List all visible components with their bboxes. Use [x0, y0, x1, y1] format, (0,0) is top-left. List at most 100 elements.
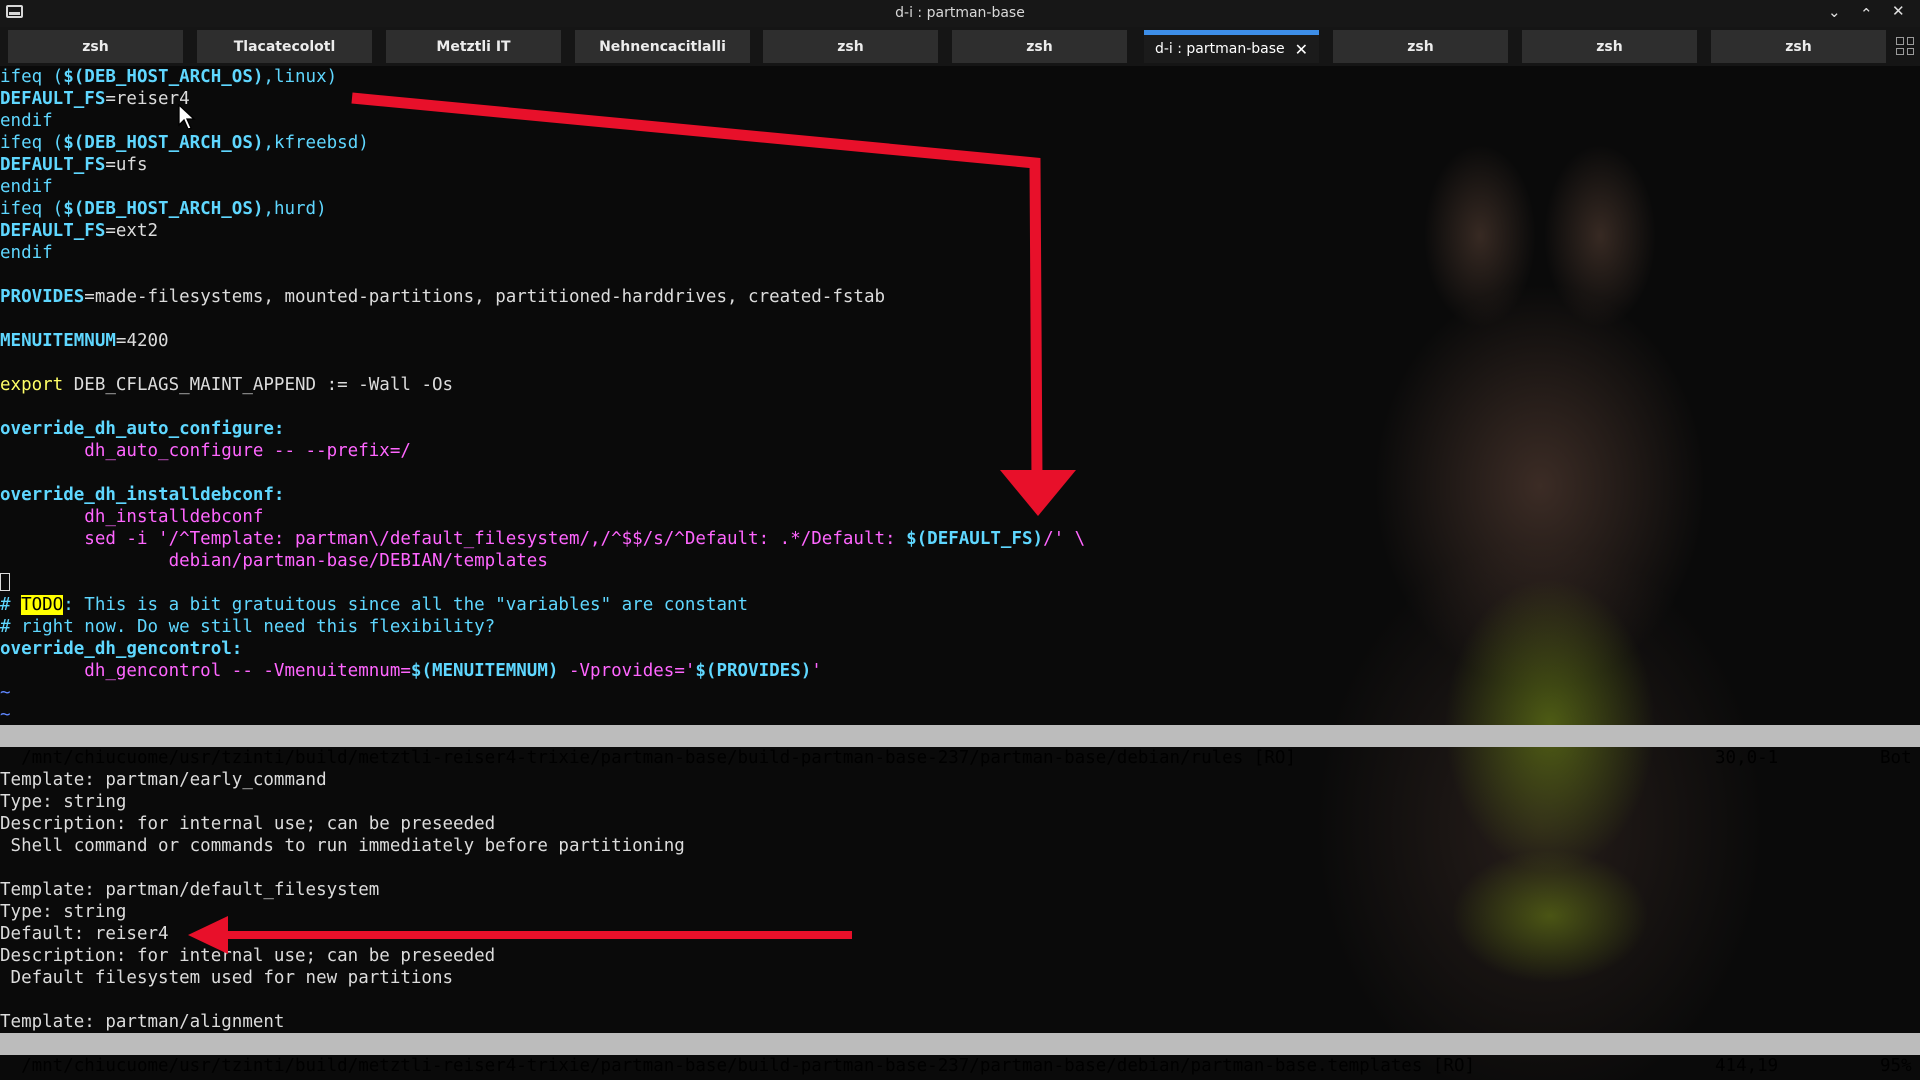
code-token: dh_gencontrol -- -Vmenuitemnum=: [0, 661, 411, 681]
code-token: $(DEB_HOST_ARCH_OS): [63, 133, 264, 153]
status-percent: 95%: [1880, 1056, 1912, 1076]
code-token: $(DEB_HOST_ARCH_OS): [63, 199, 264, 219]
code-line: Template: partman/alignment: [0, 1011, 1920, 1033]
tab-label: zsh: [1596, 38, 1623, 55]
code-line: endif: [0, 176, 1920, 198]
tab-label: zsh: [1785, 38, 1812, 55]
code-token: ifeq (: [0, 199, 64, 219]
code-line: Template: partman/early_command: [0, 769, 1920, 791]
tab-item[interactable]: Metztli IT: [386, 30, 561, 63]
code-token: ': [811, 661, 822, 681]
tab-label: Nehnencacitlalli: [599, 38, 726, 55]
code-token: override_dh_installdebconf:: [0, 485, 285, 505]
code-line: endif: [0, 242, 1920, 264]
tab-item[interactable]: zsh: [952, 30, 1127, 63]
code-line: Type: string: [0, 791, 1920, 813]
code-token: MENUITEMNUM: [0, 331, 116, 351]
code-line: override_dh_auto_configure:: [0, 418, 1920, 440]
code-token: Template: partman/alignment: [0, 1012, 285, 1032]
code-line: Default: reiser4: [0, 923, 1920, 945]
status-path: /mnt/chiucuome/usr/tzinti/build/metztli-…: [21, 1056, 1476, 1076]
code-line: DEFAULT_FS=ext2: [0, 220, 1920, 242]
code-token: TODO: [21, 595, 64, 615]
code-token: ,linux): [263, 67, 338, 87]
tab-label: zsh: [837, 38, 864, 55]
code-line: Template: partman/default_filesystem: [0, 879, 1920, 901]
code-token: ~: [0, 705, 11, 725]
code-line: Description: for internal use; can be pr…: [0, 945, 1920, 967]
code-token: ,kfreebsd): [263, 133, 369, 153]
chevron-up-icon[interactable]: ⌃: [1860, 5, 1873, 23]
code-line: sed -i '/^Template: partman\/default_fil…: [0, 528, 1920, 550]
code-line: ifeq ($(DEB_HOST_ARCH_OS),kfreebsd): [0, 132, 1920, 154]
code-line: ~: [0, 682, 1920, 704]
close-icon[interactable]: ✕: [1892, 2, 1905, 20]
code-token: Type: string: [0, 902, 127, 922]
code-token: $(PROVIDES): [695, 661, 812, 681]
code-line: [0, 572, 1920, 594]
tab-item[interactable]: zsh: [763, 30, 938, 63]
code-token: ,hurd): [263, 199, 327, 219]
window-titlebar: d-i : partman-base ⌄ ⌃ ✕: [0, 0, 1920, 27]
code-token: DEFAULT_FS: [0, 155, 106, 175]
code-line: dh_auto_configure -- --prefix=/: [0, 440, 1920, 462]
code-token: override_dh_gencontrol:: [0, 639, 243, 659]
mouse-pointer-icon: [178, 104, 196, 130]
tab-label: zsh: [1026, 38, 1053, 55]
code-line: PROVIDES=made-filesystems, mounted-parti…: [0, 286, 1920, 308]
code-line: endif: [0, 110, 1920, 132]
tab-item[interactable]: Nehnencacitlalli: [575, 30, 750, 63]
code-line: DEFAULT_FS=ufs: [0, 154, 1920, 176]
code-token: DEFAULT_FS: [0, 89, 106, 109]
editor-pane-rules[interactable]: ifeq ($(DEB_HOST_ARCH_OS),linux) DEFAULT_…: [0, 66, 1920, 726]
code-token: -Vprovides=': [558, 661, 696, 681]
code-line: dh_installdebconf: [0, 506, 1920, 528]
code-token: Template: partman/default_filesystem: [0, 880, 380, 900]
code-line: ~: [0, 704, 1920, 726]
code-line: override_dh_gencontrol:: [0, 638, 1920, 660]
code-token: Default filesystem used for new partitio…: [0, 968, 454, 988]
tab-item[interactable]: Tlacatecolotl: [197, 30, 372, 63]
code-token: ifeq (: [0, 67, 64, 87]
code-token: : This is a bit gratuitous since all the…: [63, 595, 749, 615]
code-token: ~: [0, 683, 11, 703]
tab-label: Tlacatecolotl: [233, 38, 336, 55]
code-token: debian/partman-base/DEBIAN/templates: [0, 551, 548, 571]
code-line: DEFAULT_FS=reiser4: [0, 88, 1920, 110]
tab-close-icon[interactable]: ✕: [1295, 40, 1308, 59]
code-token: override_dh_auto_configure:: [0, 419, 285, 439]
code-line: debian/partman-base/DEBIAN/templates: [0, 550, 1920, 572]
code-line: ifeq ($(DEB_HOST_ARCH_OS),linux): [0, 66, 1920, 88]
tab-item[interactable]: zsh: [1711, 30, 1886, 63]
code-line: override_dh_installdebconf:: [0, 484, 1920, 506]
code-line: ifeq ($(DEB_HOST_ARCH_OS),hurd): [0, 198, 1920, 220]
code-line: dh_gencontrol -- -Vmenuitemnum=$(MENUITE…: [0, 660, 1920, 682]
code-token: DEB_CFLAGS_MAINT_APPEND := -Wall -Os: [63, 375, 454, 395]
tab-item[interactable]: zsh: [8, 30, 183, 63]
code-token: endif: [0, 177, 53, 197]
code-token: Default: reiser4: [0, 924, 169, 944]
code-token: =ext2: [105, 221, 159, 241]
tab-item[interactable]: zsh: [1333, 30, 1508, 63]
chevron-down-icon[interactable]: ⌄: [1828, 3, 1841, 21]
code-line: Shell command or commands to run immedia…: [0, 835, 1920, 857]
code-token: #: [0, 595, 22, 615]
code-token: DEFAULT_FS: [0, 221, 106, 241]
tab-active[interactable]: d-i : partman-base ✕: [1144, 30, 1319, 63]
status-line-rules: /mnt/chiucuome/usr/tzinti/build/metztli-…: [0, 725, 1920, 768]
tab-label: zsh: [82, 38, 109, 55]
status-position: 414,19: [1715, 1056, 1779, 1076]
code-token: Description: for internal use; can be pr…: [0, 814, 496, 834]
editor-pane-templates[interactable]: Template: partman/early_command Type: str…: [0, 747, 1920, 1033]
split-view-icon[interactable]: [1896, 37, 1914, 55]
code-token: PROVIDES: [0, 287, 85, 307]
code-line: Default filesystem used for new partitio…: [0, 967, 1920, 989]
tab-item[interactable]: zsh: [1522, 30, 1697, 63]
text-cursor: [0, 573, 10, 591]
